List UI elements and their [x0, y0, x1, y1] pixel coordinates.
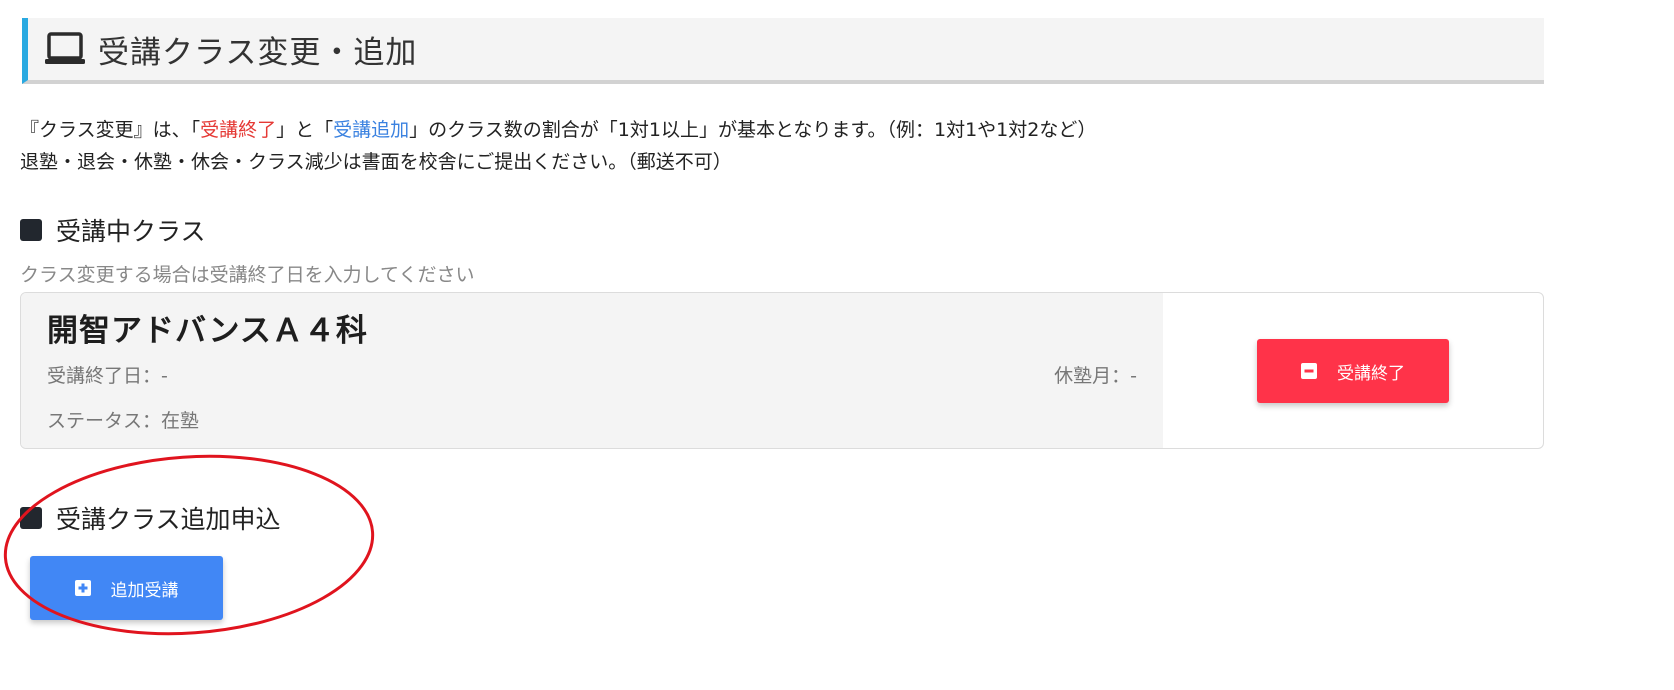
class-info: 開智アドバンスＡ４科 受講終了日：- ステータス：在塾 休塾月：-: [21, 293, 1163, 448]
end-course-button-label: 受講終了: [1337, 363, 1405, 384]
page-title: 受講クラス変更・追加: [98, 34, 418, 71]
current-classes-heading-label: 受講中クラス: [56, 217, 206, 246]
notice-mid: 」と「: [276, 119, 334, 141]
monitor-icon: [44, 31, 86, 67]
notice-line-2: 退塾・退会・休塾・休会・クラス減少は書面を校舎にご提出ください。（郵送不可）: [20, 151, 732, 173]
leave-month-label: 休塾月：-: [1054, 365, 1137, 387]
status-label: ステータス：在塾: [47, 410, 200, 432]
class-name: 開智アドバンスＡ４科: [47, 313, 368, 349]
notice-end-keyword: 受講終了: [200, 119, 277, 141]
square-bullet-icon: [20, 219, 42, 241]
notice-line-1: 『クラス変更』は、「受講終了」と「受講追加」のクラス数の割合が「1対1以上」が基…: [20, 114, 1096, 146]
notice-text: 『クラス変更』は、「受講終了」と「受講追加」のクラス数の割合が「1対1以上」が基…: [20, 114, 1096, 178]
class-action: 受講終了: [1163, 293, 1543, 448]
current-classes-heading: 受講中クラス: [20, 212, 206, 248]
class-card: 開智アドバンスＡ４科 受講終了日：- ステータス：在塾 休塾月：- 受講終了: [20, 292, 1544, 449]
notice-add-keyword: 受講追加: [333, 119, 410, 141]
minus-square-icon: [1301, 363, 1317, 379]
end-course-button[interactable]: 受講終了: [1257, 339, 1449, 403]
page-header: 受講クラス変更・追加: [22, 18, 1544, 84]
end-date-label: 受講終了日：-: [47, 365, 168, 387]
notice-suffix: 」のクラス数の割合が「1対1以上」が基本となります。（例：1対1や1対2など）: [409, 119, 1097, 141]
notice-prefix: 『クラス変更』は、「: [20, 119, 201, 141]
change-hint: クラス変更する場合は受講終了日を入力してください: [20, 264, 475, 286]
red-ellipse-annotation: [3, 454, 375, 636]
